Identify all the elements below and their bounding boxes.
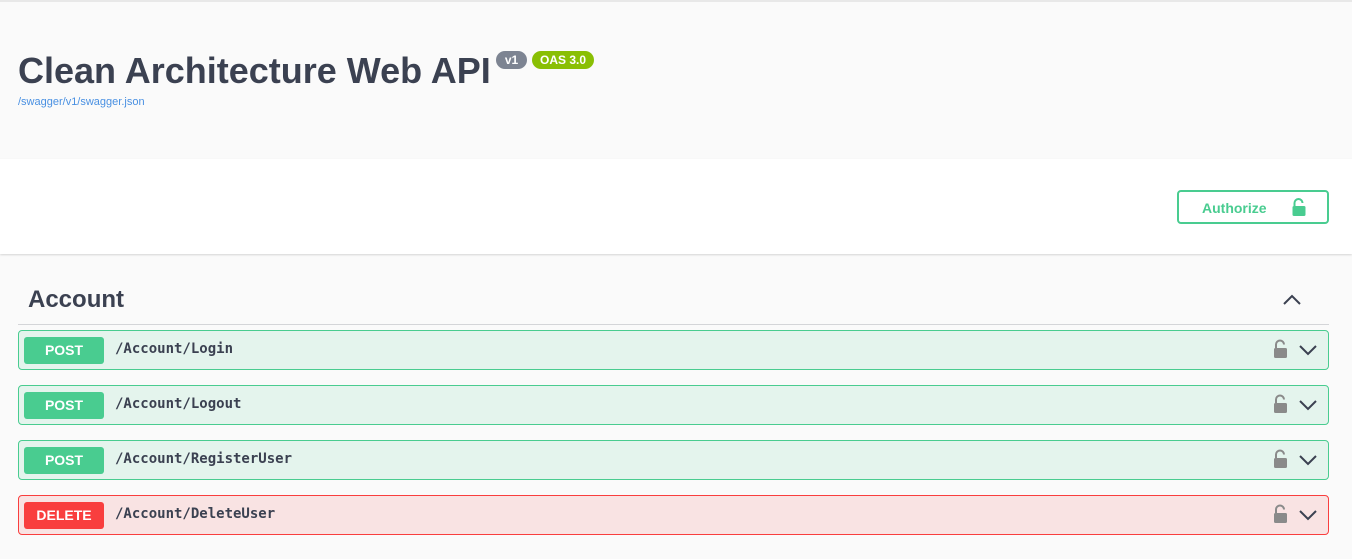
operation-path: /Account/RegisterUser [115,451,293,467]
operation-delete-account-deleteuser[interactable]: DELETE /Account/DeleteUser [18,495,1329,535]
api-info: Clean Architecture Web API v1 OAS 3.0 /s… [18,44,1318,124]
chevron-down-icon[interactable] [1298,396,1318,416]
chevron-down-icon[interactable] [1298,506,1318,526]
tag-header-account[interactable]: Account [18,276,1329,325]
unlocked-icon [1292,198,1306,216]
unlocked-icon[interactable] [1272,393,1290,415]
unlocked-icon[interactable] [1272,503,1290,525]
operation-post-account-logout[interactable]: POST /Account/Logout [18,385,1329,425]
method-badge: POST [24,392,104,419]
version-badge: v1 [496,51,527,69]
scheme-container: Authorize [0,159,1352,254]
method-badge: POST [24,447,104,474]
chevron-down-icon[interactable] [1298,451,1318,471]
authorize-button[interactable]: Authorize [1177,190,1329,224]
method-badge: DELETE [24,502,104,529]
operation-post-account-registeruser[interactable]: POST /Account/RegisterUser [18,440,1329,480]
oas-version-badge: OAS 3.0 [532,51,594,69]
swagger-json-link[interactable]: /swagger/v1/swagger.json [18,96,145,108]
operation-post-account-login[interactable]: POST /Account/Login [18,330,1329,370]
authorize-button-label: Authorize [1202,200,1267,216]
unlocked-icon[interactable] [1272,448,1290,470]
chevron-up-icon[interactable] [1282,290,1302,310]
top-border [0,0,1352,2]
method-badge: POST [24,337,104,364]
unlocked-icon[interactable] [1272,338,1290,360]
operation-path: /Account/Login [115,341,234,357]
operation-path: /Account/Logout [115,396,242,412]
operation-path: /Account/DeleteUser [115,506,276,522]
tag-name: Account [28,286,124,313]
chevron-down-icon[interactable] [1298,341,1318,361]
api-title: Clean Architecture Web API [18,50,491,91]
